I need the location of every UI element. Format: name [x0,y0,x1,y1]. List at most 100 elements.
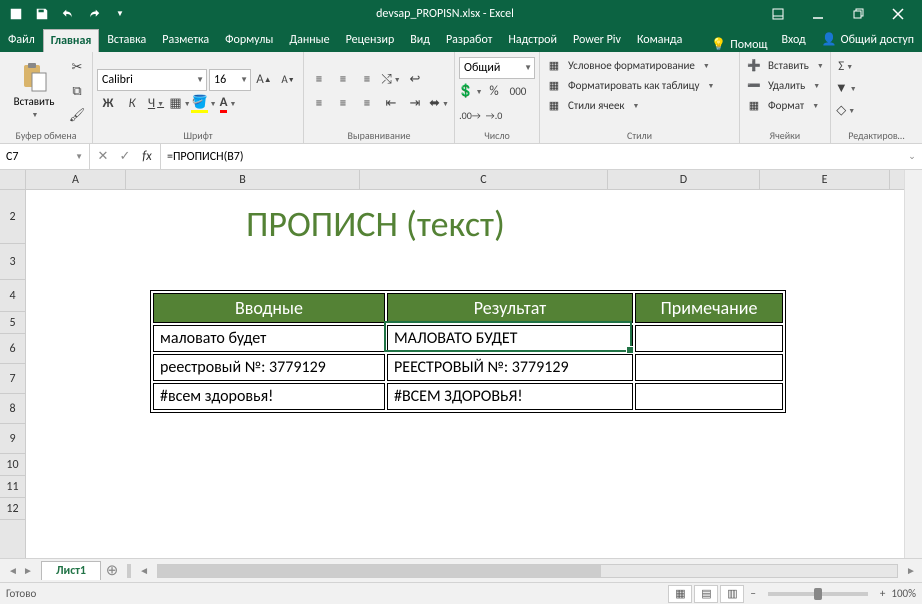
paste-button[interactable]: Вставить▼ [4,55,64,125]
col-header[interactable]: B [126,170,360,189]
cut-icon[interactable]: ✂ [66,57,88,79]
redo-icon[interactable] [83,3,105,25]
enter-formula-icon[interactable]: ✓ [116,148,134,166]
fill-icon[interactable]: ▼▼ [835,77,857,99]
zoom-out-icon[interactable]: − [750,587,755,600]
tab-team[interactable]: Команда [629,28,690,52]
font-size-combo[interactable]: 16▼ [209,69,251,91]
col-header[interactable]: D [608,170,760,189]
tab-view[interactable]: Вид [402,28,438,52]
underline-icon[interactable]: Ч▼ [145,93,167,115]
shrink-font-icon[interactable]: A▼ [277,69,299,91]
row-header[interactable]: 4 [0,280,25,312]
align-top-icon[interactable]: ≡ [308,69,330,91]
formula-input[interactable]: =ПРОПИСН(B7) [161,144,902,169]
clear-icon[interactable]: ◇▼ [835,99,857,121]
hscroll-left-icon[interactable]: ◄ [137,562,151,580]
font-color-icon[interactable]: A▼ [217,93,239,115]
view-normal-icon[interactable]: ▦ [668,585,692,603]
col-header[interactable]: A [26,170,126,189]
restore-icon[interactable] [838,0,878,28]
inc-decimal-icon[interactable]: .00→ [459,105,481,127]
save-icon[interactable] [31,3,53,25]
fill-color-icon[interactable]: 🪣▼ [193,93,215,115]
row-header[interactable]: 11 [0,476,25,498]
align-middle-icon[interactable]: ≡ [332,69,354,91]
accounting-icon[interactable]: 💲▼ [459,81,481,103]
align-right-icon[interactable]: ≡ [356,93,378,115]
expand-formula-bar-icon[interactable]: ⌄ [902,144,922,169]
tab-data[interactable]: Данные [281,28,337,52]
row-headers[interactable]: 23456789101112 [0,190,26,558]
sheet-tab-active[interactable]: Лист1 [41,561,101,580]
add-sheet-icon[interactable]: ⊕ [101,561,123,580]
row-header[interactable]: 6 [0,334,25,364]
row-header[interactable]: 7 [0,364,25,394]
row-header[interactable]: 3 [0,244,25,280]
select-all-corner[interactable] [0,170,26,190]
format-table-button[interactable]: ▦Форматировать как таблицу▼ [544,75,716,95]
hscroll-right-icon[interactable]: ► [904,562,918,580]
horizontal-scrollbar[interactable] [157,564,898,578]
bold-icon[interactable]: Ж [97,93,119,115]
copy-icon[interactable]: ⧉ [66,81,88,103]
name-box[interactable]: C7▼ [0,144,90,169]
italic-icon[interactable]: К [121,93,143,115]
tab-developer[interactable]: Разработ [438,28,500,52]
tab-formulas[interactable]: Формулы [217,28,281,52]
next-sheet-icon[interactable]: ► [21,562,35,580]
worksheet[interactable]: ABCDE 23456789101112 ПРОПИСН (текст) Вво… [0,170,922,558]
format-cells-button[interactable]: ▦Формат▼ [744,95,826,115]
align-bottom-icon[interactable]: ≡ [356,69,378,91]
align-left-icon[interactable]: ≡ [308,93,330,115]
row-header[interactable]: 2 [0,190,25,244]
format-painter-icon[interactable]: 🖌 [66,105,88,127]
tell-me[interactable]: 💡Помощ [705,37,773,52]
comma-icon[interactable]: 000 [507,81,529,103]
signin-button[interactable]: Вход [773,28,813,52]
close-icon[interactable] [878,0,918,28]
zoom-slider[interactable] [768,592,868,596]
prev-sheet-icon[interactable]: ◄ [6,562,20,580]
cond-format-button[interactable]: ▦Условное форматирование▼ [544,55,716,75]
col-header[interactable]: E [760,170,890,189]
merge-icon[interactable]: ⬌▼ [428,93,450,115]
ribbon-options-icon[interactable] [758,0,798,28]
row-header[interactable]: 9 [0,424,25,454]
align-center-icon[interactable]: ≡ [332,93,354,115]
vertical-scrollbar[interactable] [904,170,922,558]
font-name-combo[interactable]: Calibri▼ [97,69,207,91]
insert-function-icon[interactable]: fx [138,148,156,166]
insert-cells-button[interactable]: ➕Вставить▼ [744,55,826,75]
row-header[interactable]: 10 [0,454,25,476]
row-header[interactable]: 8 [0,394,25,424]
column-headers[interactable]: ABCDE [26,170,904,190]
dec-decimal-icon[interactable]: →.0 [483,105,505,127]
tab-layout[interactable]: Разметка [154,28,217,52]
number-format-combo[interactable]: Общий▼ [459,57,535,79]
cancel-formula-icon[interactable]: ✕ [94,148,112,166]
tab-insert[interactable]: Вставка [99,28,154,52]
share-button[interactable]: 👤Общий доступ [814,27,922,52]
view-pagebreak-icon[interactable]: ▥ [720,585,744,603]
undo-icon[interactable] [57,3,79,25]
col-header[interactable]: C [360,170,608,189]
orientation-icon[interactable]: ⤭▼ [380,69,402,91]
qat-dropdown-icon[interactable]: ▼ [109,3,131,25]
zoom-in-icon[interactable]: + [880,587,885,600]
cell-styles-button[interactable]: ▦Стили ячеек▼ [544,95,716,115]
cells-grid[interactable]: ПРОПИСН (текст) Вводные Результат Примеч… [26,190,904,558]
autosave-icon[interactable] [5,3,27,25]
row-header[interactable]: 12 [0,498,25,520]
tab-powerpivot[interactable]: Power Piv [565,28,629,52]
autosum-icon[interactable]: Σ▼ [835,55,857,77]
zoom-level[interactable]: 100% [891,587,916,600]
tab-home[interactable]: Главная [43,29,100,52]
delete-cells-button[interactable]: ➖Удалить▼ [744,75,826,95]
tab-review[interactable]: Рецензир [338,28,403,52]
dec-indent-icon[interactable]: ⇤ [380,93,402,115]
tab-addins[interactable]: Надстрой [500,28,565,52]
row-header[interactable]: 5 [0,312,25,334]
inc-indent-icon[interactable]: ⇥ [404,93,426,115]
tab-file[interactable]: Файл [0,28,43,52]
